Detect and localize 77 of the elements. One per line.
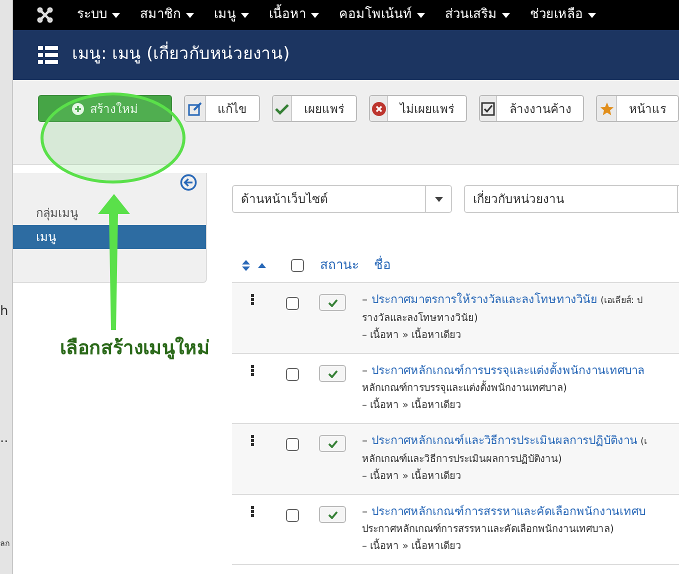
star-icon: [600, 102, 614, 116]
drag-handle-icon[interactable]: [251, 506, 254, 517]
item-title-link[interactable]: ประกาศหลักเกณฑ์การบรรจุและแต่งตั้งพนักงานเทศบาล: [372, 363, 644, 377]
caret-icon: [434, 196, 442, 202]
item-title-link[interactable]: ประกาศมาตรการให้รางวัลและลงโทษทางวินัย: [372, 292, 598, 306]
toolbar-button[interactable]: ไม่เผยแพร่: [369, 95, 468, 122]
drag-handle-icon[interactable]: [251, 435, 254, 446]
alias-text: (เอเลียส์: ป: [600, 296, 643, 306]
indent-dash: –: [362, 293, 368, 306]
check-icon: [328, 298, 338, 306]
menu-item[interactable]: คอมโพเน้นท์: [339, 5, 425, 25]
checkbox-icon: [481, 102, 496, 116]
menu-type-text: – เนื้อหา » เนื้อหาเดียว: [362, 327, 643, 344]
check-icon: [328, 370, 338, 378]
menu-type-text: – เนื้อหา » เนื้อหาเดียว: [362, 468, 648, 485]
select-field[interactable]: เกี่ยวกับหน่วยงาน: [464, 185, 679, 213]
window-text: h: [0, 305, 8, 318]
menu-type-text: – เนื้อหา » เนื้อหาเดียว: [362, 538, 646, 555]
caret-icon: [588, 12, 596, 18]
indent-dash: –: [362, 505, 368, 518]
alias-text: หลักเกณฑ์การบรรจุและแต่งตั้งพนักงานเทศบาล): [362, 380, 644, 397]
caret-icon: [417, 12, 425, 18]
annotation-label: เลือกสร้างเมนูใหม่: [60, 336, 210, 362]
sort-ascending-icon: [258, 263, 266, 268]
check-icon: [328, 440, 338, 448]
menu-item[interactable]: ระบบ: [77, 5, 120, 25]
window-text: ..: [0, 432, 8, 445]
column-header[interactable]: ชื่อ: [374, 256, 391, 276]
sidebar-item[interactable]: กลุ่มเมนู: [13, 201, 206, 225]
toolbar-button[interactable]: ล้างงานค้าง: [479, 95, 584, 122]
row-checkbox[interactable]: [286, 509, 299, 522]
check-icon: [274, 102, 289, 116]
cancel-icon: [372, 102, 386, 116]
row-checkbox[interactable]: [286, 297, 299, 310]
row-checkbox[interactable]: [286, 368, 299, 381]
caret-icon: [112, 12, 120, 18]
plus-circle-icon: [72, 102, 84, 114]
alias-text: ประกาศหลักเกณฑ์การสรรหาและคัดเลือกพนักงานเทศบาล): [362, 522, 615, 537]
status-toggle[interactable]: [319, 294, 346, 311]
menu-item[interactable]: เนื้อหา: [269, 5, 319, 25]
toolbar-button[interactable]: หน้าแร: [596, 95, 679, 122]
drag-handle-icon[interactable]: [251, 365, 254, 376]
indent-dash: –: [362, 434, 368, 447]
sidebar-item[interactable]: เมนู: [13, 225, 206, 249]
logo-icon: [37, 7, 53, 23]
menu-item[interactable]: ส่วนเสริม: [445, 5, 510, 25]
menu-type-text: – เนื้อหา » เนื้อหาเดียว: [362, 397, 644, 414]
caret-icon: [186, 12, 194, 18]
edit-icon: [188, 102, 202, 116]
item-title-link[interactable]: ประกาศหลักเกณฑ์การสรรหาและคัดเลือกพนักงานเทศบ: [372, 504, 646, 518]
menu-item[interactable]: ช่วยเหลือ: [530, 5, 596, 25]
alias-text: หลักเกณฑ์และวิธีการประเมินผลการปฏิบัติงาน): [362, 452, 563, 467]
menu-item[interactable]: เมนู: [214, 5, 249, 25]
status-toggle[interactable]: [319, 365, 346, 382]
menu-item[interactable]: สมาชิก: [140, 5, 194, 25]
check-icon: [328, 510, 338, 518]
toolbar-button[interactable]: แก้ไข: [184, 95, 260, 122]
collapse-icon: [180, 174, 197, 191]
page-title: เมนู: เมนู (เกี่ยวกับหน่วยงาน): [72, 42, 290, 68]
alias-text: (เ: [640, 437, 648, 447]
select-field[interactable]: ด้านหน้าเว็บไซต์: [232, 185, 452, 213]
status-toggle[interactable]: [319, 435, 346, 452]
list-icon: [38, 46, 58, 64]
toolbar-button[interactable]: เผยแพร่: [272, 95, 358, 122]
status-toggle[interactable]: [319, 506, 346, 523]
indent-dash: –: [362, 364, 368, 377]
caret-icon: [502, 12, 510, 18]
row-checkbox[interactable]: [286, 438, 299, 451]
drag-handle-icon[interactable]: [251, 294, 254, 305]
caret-icon: [241, 12, 249, 18]
caret-icon: [311, 12, 319, 18]
window-text: ลก: [0, 540, 10, 548]
sort-icon: [242, 260, 250, 271]
column-header[interactable]: สถานะ: [320, 256, 359, 276]
alias-text: รางวัลและลงโทษทางวินัย): [362, 311, 479, 326]
select-all-checkbox[interactable]: [291, 259, 304, 272]
item-title-link[interactable]: ประกาศหลักเกณฑ์และวิธีการประเมินผลการปฏิบัติงาน: [372, 433, 638, 447]
